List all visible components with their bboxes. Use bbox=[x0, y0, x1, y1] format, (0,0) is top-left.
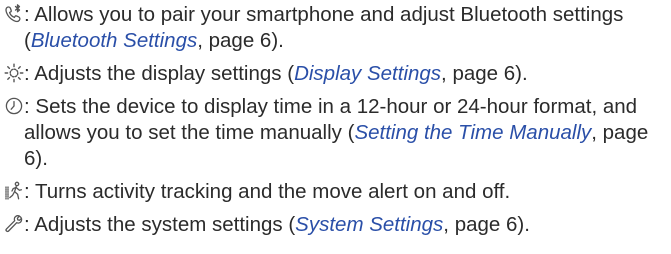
walking-person-icon bbox=[4, 181, 24, 201]
bluetooth-phone-icon bbox=[4, 4, 24, 24]
system-item-text: : Adjusts the system settings ( bbox=[24, 213, 296, 236]
bluetooth-item-page-ref: , page 6). bbox=[197, 29, 284, 52]
activity-tracking-text: : Turns activity tracking and the move a… bbox=[24, 180, 511, 203]
display-settings-item: : Adjusts the display settings (Display … bbox=[4, 61, 669, 87]
sun-brightness-icon bbox=[4, 63, 24, 83]
settings-menu-descriptions: : Allows you to pair your smartphone and… bbox=[4, 2, 669, 245]
system-item-page-ref: , page 6). bbox=[443, 213, 530, 236]
bluetooth-settings-link[interactable]: Bluetooth Settings bbox=[31, 29, 197, 52]
display-settings-link[interactable]: Display Settings bbox=[294, 62, 441, 85]
display-item-text: : Adjusts the display settings ( bbox=[24, 62, 295, 85]
system-settings-item: : Adjusts the system settings (System Se… bbox=[4, 212, 669, 238]
setting-time-manually-link[interactable]: Setting the Time Manually bbox=[354, 121, 591, 144]
display-item-page-ref: , page 6). bbox=[441, 62, 528, 85]
activity-tracking-item: : Turns activity tracking and the move a… bbox=[4, 179, 669, 205]
time-settings-item: : Sets the device to display time in a 1… bbox=[4, 94, 669, 172]
wrench-icon bbox=[4, 214, 24, 234]
system-settings-link[interactable]: System Settings bbox=[295, 213, 443, 236]
bluetooth-settings-item: : Allows you to pair your smartphone and… bbox=[4, 2, 669, 54]
clock-icon bbox=[4, 96, 24, 116]
